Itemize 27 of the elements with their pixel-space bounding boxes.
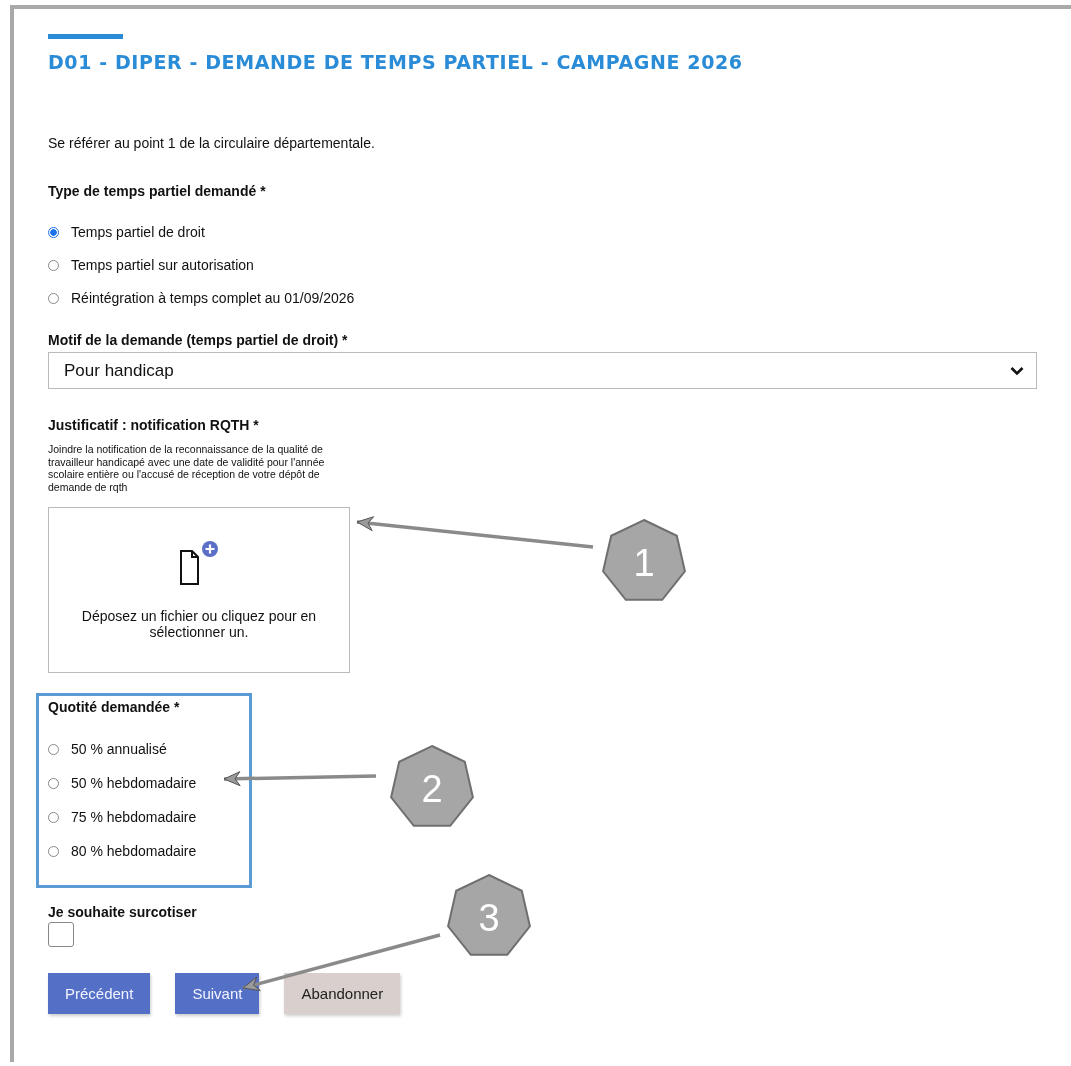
field-label: Justificatif : notification RQTH * (48, 417, 259, 433)
form-button[interactable]: Suivant (175, 973, 260, 1014)
chevron-down-icon (1010, 365, 1024, 376)
help-text: Joindre la notification de la reconnaissance de la qualité de travailleur handicapé avec une date de validité pour l'année scolaire entière ou l'accusé de réception de votre dépôt de demande de rqth (48, 443, 326, 493)
form-button[interactable]: Précédent (48, 973, 151, 1014)
motif-dropdown[interactable]: Pour handicap (48, 352, 1037, 389)
file-add-icon (179, 540, 219, 586)
step-badge: 3 (447, 873, 531, 956)
field-label: Je souhaite surcotiser (48, 904, 197, 920)
radio-label[interactable]: 80 % hebdomadaire (71, 843, 197, 859)
field-label: Type de temps partiel demandé * (48, 183, 266, 199)
file-dropzone[interactable]: Déposez un fichier ou cliquez pour en sélectionner un. (48, 507, 350, 673)
step-badge: 1 (602, 518, 686, 601)
radio-label[interactable]: 75 % hebdomadaire (71, 809, 197, 825)
radio-label[interactable]: 50 % hebdomadaire (71, 775, 197, 791)
field-label: Quotité demandée * (48, 699, 181, 715)
radio-button[interactable] (48, 226, 59, 238)
form-button[interactable]: Abandonner (284, 973, 401, 1014)
field-label: Motif de la demande (temps partiel de droit) * (48, 332, 348, 348)
intro-text: Se référer au point 1 de la circulaire départementale. (48, 135, 375, 151)
radio-label[interactable]: 50 % annualisé (71, 741, 167, 757)
radio-label[interactable]: Temps partiel de droit (71, 224, 205, 240)
checkbox[interactable] (48, 922, 74, 947)
step-badge: 2 (390, 744, 474, 827)
radio-label[interactable]: Temps partiel sur autorisation (71, 257, 254, 273)
form-title: D01 - DIPER - DEMANDE DE TEMPS PARTIEL - CAMPAGNE 2026 (48, 51, 743, 73)
radio-label[interactable]: Réintégration à temps complet au 01/09/2026 (71, 290, 355, 306)
